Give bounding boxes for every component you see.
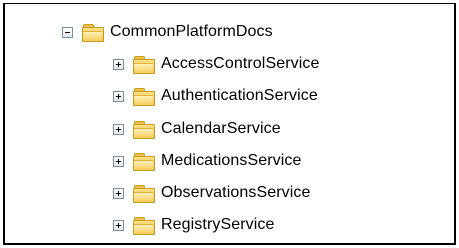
tree-node-label: AccessControlService — [161, 55, 320, 72]
tree-node-authenticationservice[interactable]: AuthenticationService — [113, 84, 318, 108]
tree-node-observationsservice[interactable]: ObservationsService — [113, 181, 311, 205]
collapse-icon[interactable] — [62, 26, 73, 38]
folder-icon — [133, 184, 155, 203]
tree-node-commonplatformdocs[interactable]: CommonPlatformDocs — [62, 20, 273, 44]
folder-icon — [133, 87, 155, 106]
tree-node-label: ObservationsService — [161, 184, 311, 201]
expand-icon[interactable] — [113, 219, 124, 231]
expand-icon[interactable] — [113, 187, 124, 199]
expand-icon[interactable] — [113, 123, 124, 135]
folder-icon — [133, 120, 155, 139]
folder-icon — [133, 216, 155, 235]
tree-node-label: RegistryService — [161, 216, 275, 233]
tree-node-calendarservice[interactable]: CalendarService — [113, 117, 281, 141]
folder-icon — [133, 152, 155, 171]
tree-node-label: AuthenticationService — [161, 87, 318, 104]
tree-node-registryservice[interactable]: RegistryService — [113, 213, 275, 237]
tree-node-label: CommonPlatformDocs — [110, 23, 273, 40]
folder-icon — [82, 23, 104, 42]
folder-icon — [133, 55, 155, 74]
expand-icon[interactable] — [113, 58, 124, 70]
tree-node-medicationsservice[interactable]: MedicationsService — [113, 149, 302, 173]
tree-node-accesscontrolservice[interactable]: AccessControlService — [113, 52, 320, 76]
tree-node-label: CalendarService — [161, 120, 281, 137]
tree-node-label: MedicationsService — [161, 152, 302, 169]
expand-icon[interactable] — [113, 90, 124, 102]
expand-icon[interactable] — [113, 155, 124, 167]
folder-tree-panel: CommonPlatformDocs AccessControlService … — [3, 3, 456, 245]
